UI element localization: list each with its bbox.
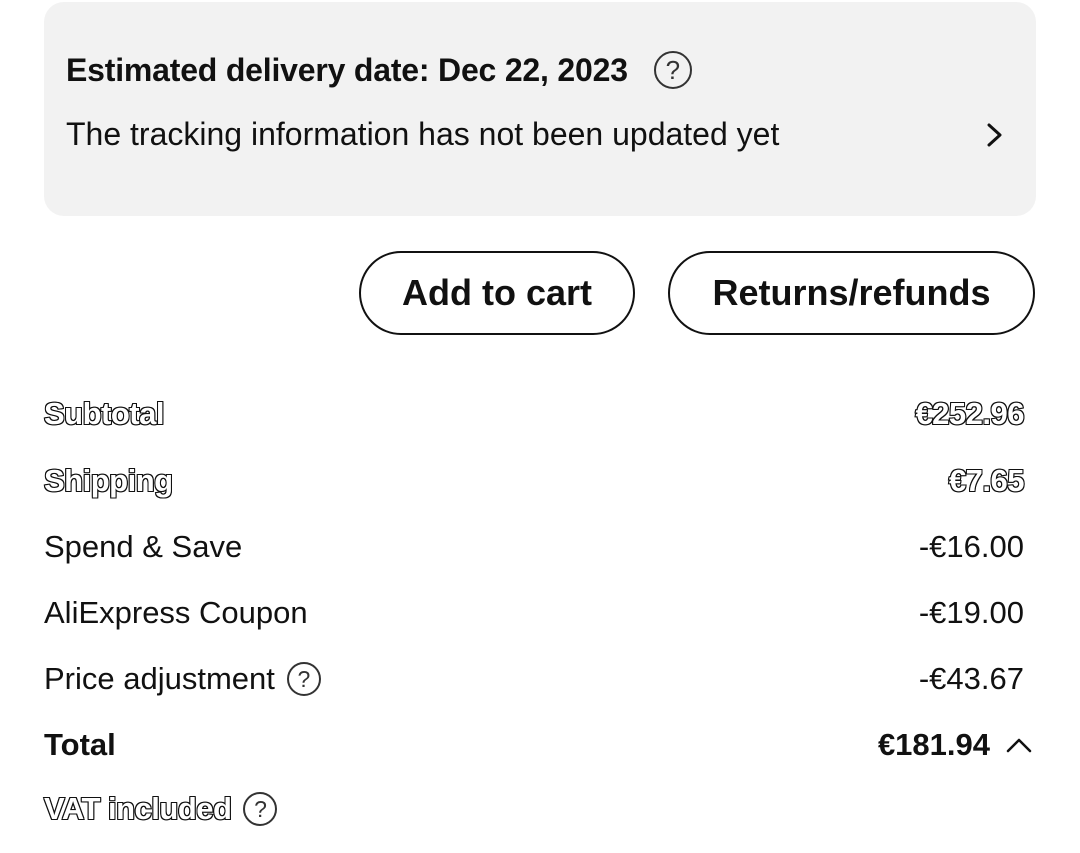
summary-row-vat: VAT included ? [43, 787, 1024, 831]
shipping-value: €7.65 [948, 462, 1026, 499]
add-to-cart-button[interactable]: Add to cart [359, 251, 635, 335]
shipping-label: Shipping [43, 462, 174, 499]
price-adjustment-label: Price adjustment [44, 661, 275, 696]
returns-refunds-button[interactable]: Returns/refunds [668, 251, 1035, 335]
vat-included-label: VAT included [43, 790, 233, 827]
total-value: €181.94 [877, 727, 990, 762]
spend-save-value: -€16.00 [918, 529, 1024, 564]
help-icon[interactable]: ? [286, 662, 321, 696]
coupon-label: AliExpress Coupon [44, 595, 308, 630]
summary-row-subtotal: Subtotal €252.96 [43, 392, 1025, 436]
summary-row-coupon: AliExpress Coupon -€19.00 [44, 591, 1024, 635]
help-icon[interactable]: ? [653, 51, 692, 89]
coupon-value: -€19.00 [918, 595, 1024, 630]
summary-row-shipping: Shipping €7.65 [43, 459, 1026, 503]
total-label: Total [44, 727, 116, 762]
vat-label-group: VAT included ? [43, 790, 278, 827]
tracking-status-text: The tracking information has not been up… [66, 116, 780, 152]
price-adjustment-label-group: Price adjustment ? [44, 661, 321, 697]
delivery-title-row: Estimated delivery date: Dec 22, 2023 ? [66, 50, 692, 90]
spend-save-label: Spend & Save [44, 529, 243, 564]
help-icon[interactable]: ? [243, 792, 278, 826]
subtotal-label: Subtotal [43, 395, 166, 432]
delivery-info-card[interactable]: Estimated delivery date: Dec 22, 2023 ? … [44, 2, 1036, 216]
estimated-delivery-date: Estimated delivery date: Dec 22, 2023 [66, 51, 628, 88]
total-value-group[interactable]: €181.94 [877, 727, 1032, 763]
summary-row-total[interactable]: Total €181.94 [44, 723, 1032, 767]
chevron-right-icon[interactable] [982, 120, 1008, 150]
summary-row-spend-save: Spend & Save -€16.00 [44, 525, 1024, 569]
price-adjustment-value: -€43.67 [918, 661, 1024, 696]
summary-row-price-adjustment: Price adjustment ? -€43.67 [44, 657, 1024, 701]
subtotal-value: €252.96 [914, 395, 1025, 432]
chevron-up-icon[interactable] [1004, 734, 1034, 756]
